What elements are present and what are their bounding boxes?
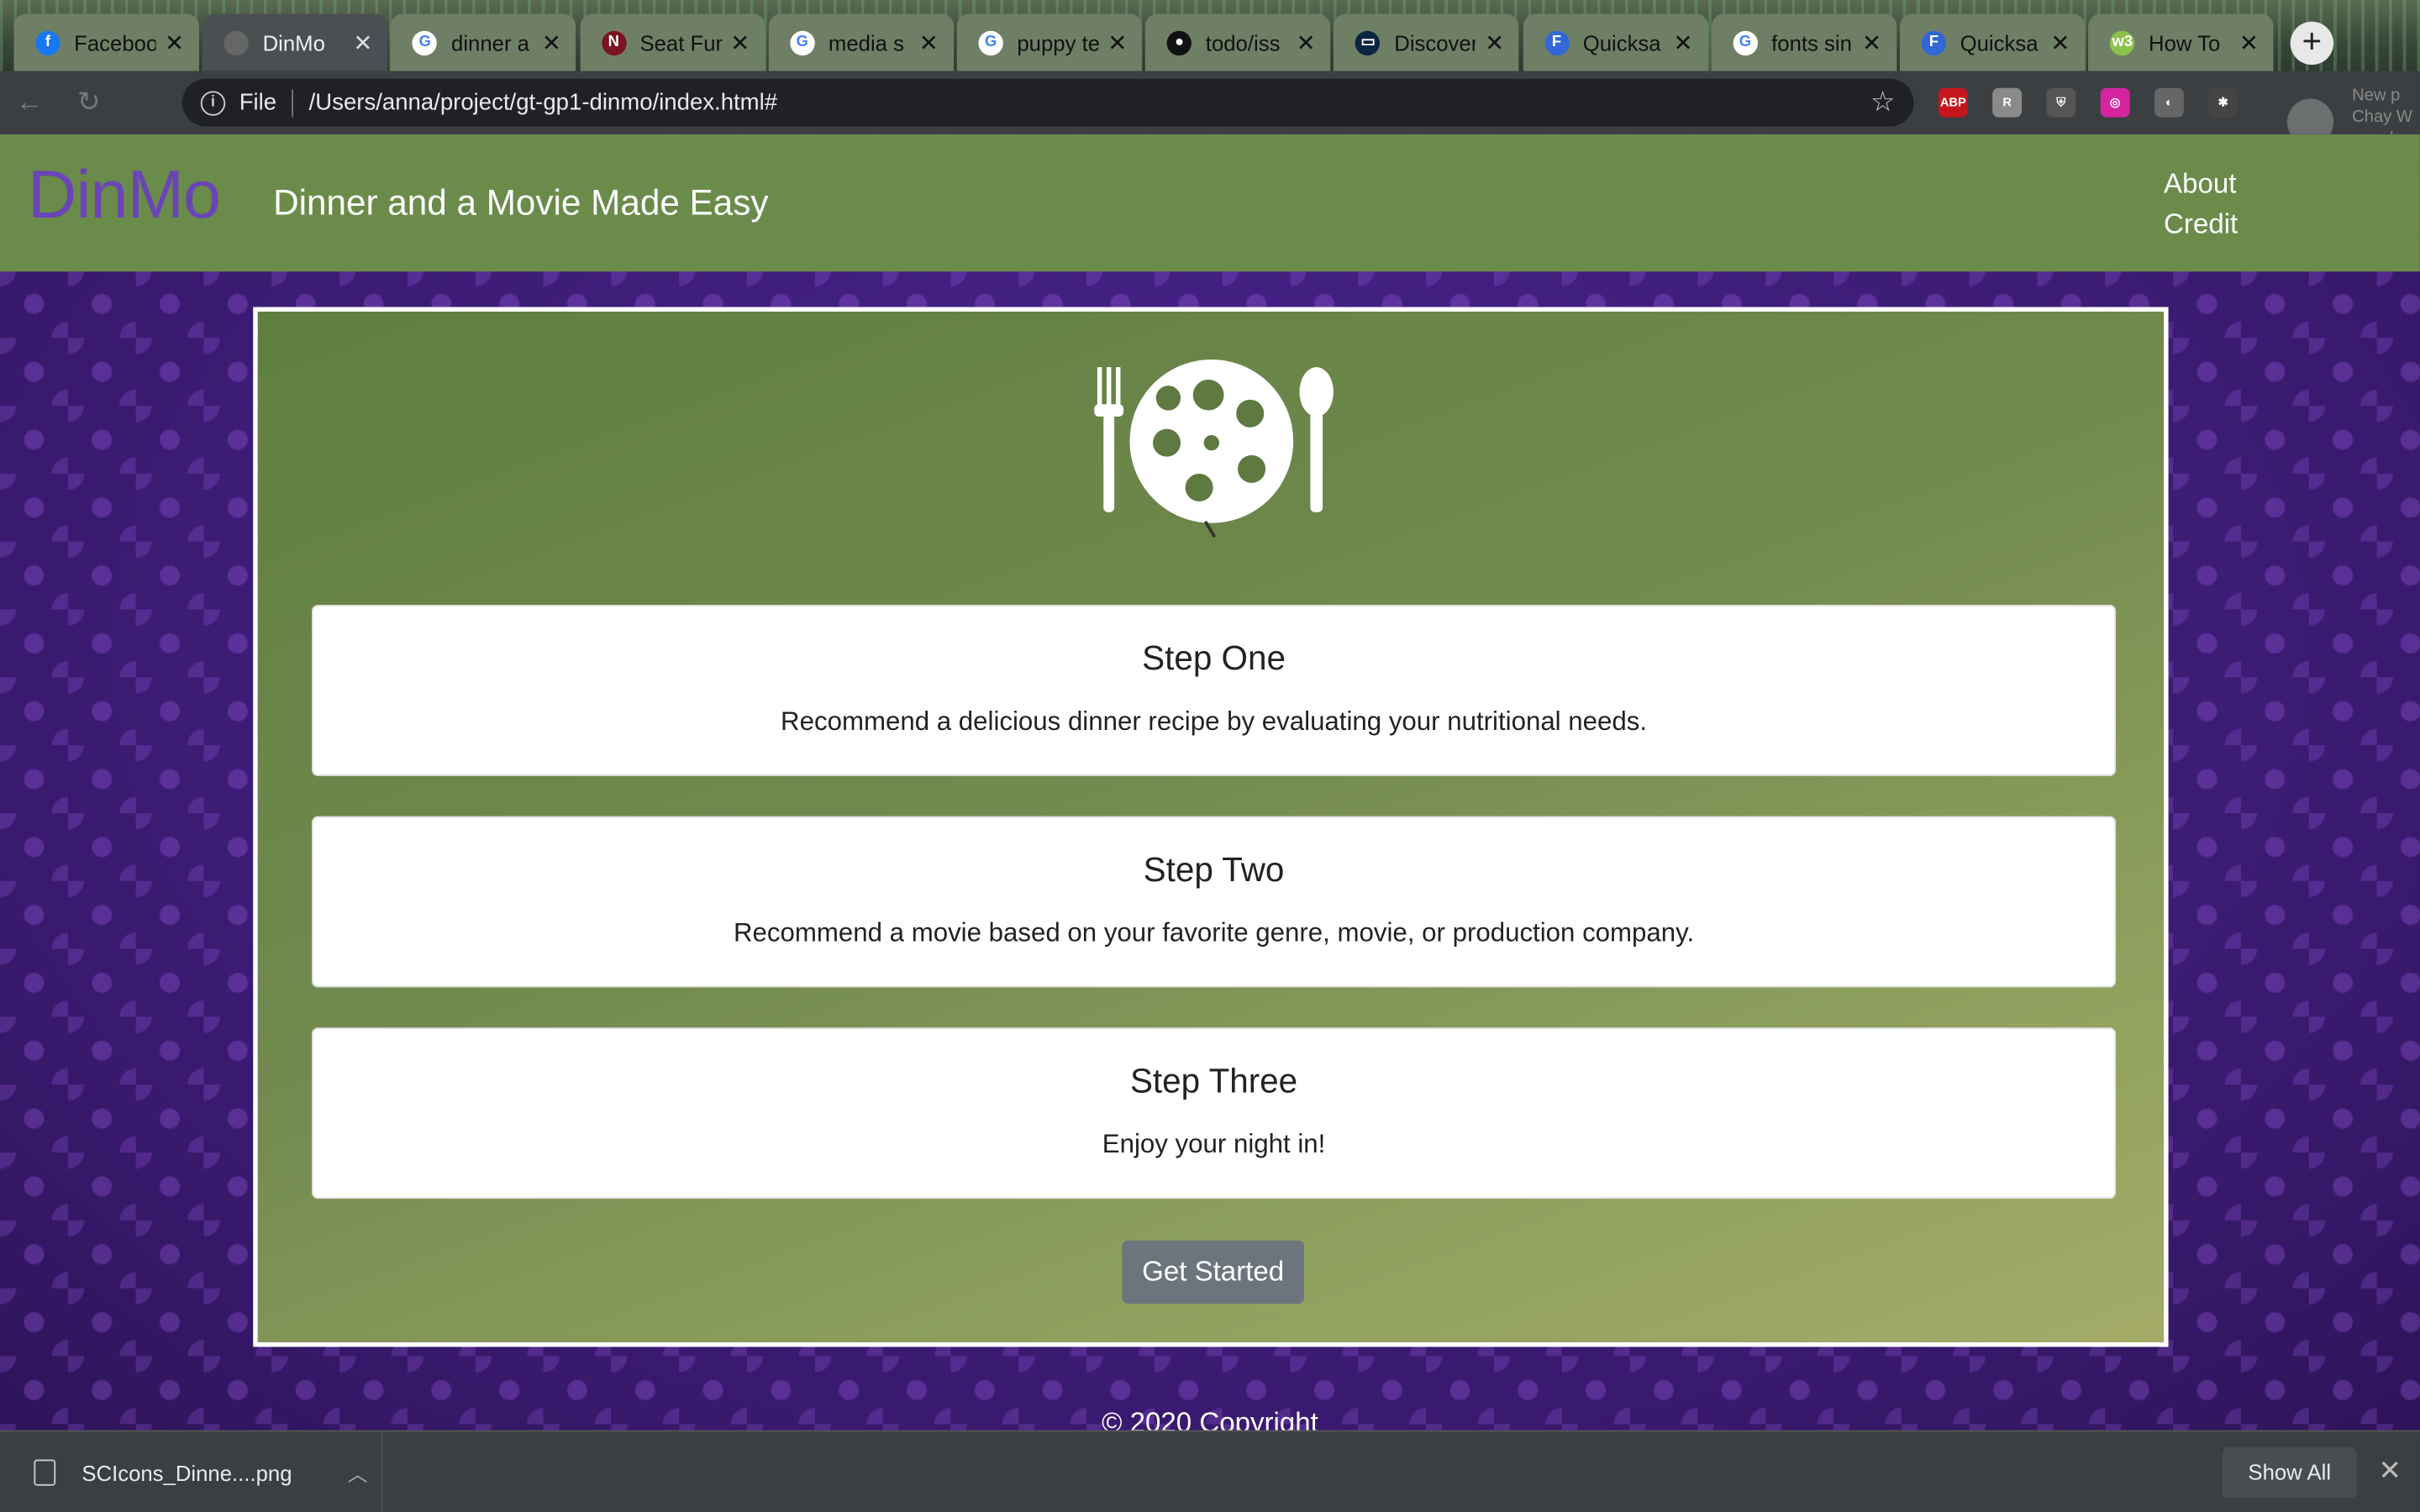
tab-title: media s bbox=[828, 29, 904, 55]
google-icon: G bbox=[413, 29, 438, 55]
main-panel: Step One Recommend a delicious dinner re… bbox=[253, 307, 2169, 1347]
tab-close-icon[interactable]: ✕ bbox=[917, 29, 941, 56]
tab-close-icon[interactable]: ✕ bbox=[162, 29, 187, 56]
browser-tab[interactable]: Gmedia s ✕ bbox=[768, 13, 954, 71]
browser-tab[interactable]: ▭ Discover ✕ bbox=[1334, 13, 1520, 71]
divider bbox=[292, 88, 294, 117]
browser-tab[interactable]: Gdinner a ✕ bbox=[391, 13, 576, 71]
tab-close-icon[interactable]: ✕ bbox=[1482, 29, 1507, 56]
google-icon: G bbox=[790, 29, 815, 55]
browser-tab[interactable]: F Quicksa ✕ bbox=[1899, 13, 2086, 71]
step-description: Recommend a movie based on your favorite… bbox=[733, 917, 1695, 948]
browser-tab[interactable]: Gfonts sin ✕ bbox=[1711, 13, 1897, 71]
shield-icon[interactable]: ⛨ bbox=[2046, 87, 2076, 118]
url-text[interactable]: /Users/anna/project/gt-gp1-dinmo/index.h… bbox=[309, 90, 1870, 116]
tab-title: Facebook bbox=[74, 29, 155, 55]
tab-close-icon[interactable]: ✕ bbox=[2237, 29, 2261, 56]
circle-ext-icon[interactable]: ◐ bbox=[2154, 87, 2184, 118]
step-description: Enjoy your night in! bbox=[1102, 1129, 1326, 1159]
bookmark-star-icon[interactable]: ☆ bbox=[1870, 87, 1896, 119]
tab-close-icon[interactable]: ✕ bbox=[1670, 29, 1695, 56]
discover-icon: ▭ bbox=[1355, 29, 1381, 55]
tab-close-icon[interactable]: ✕ bbox=[539, 29, 564, 56]
dinner-movie-logo-icon bbox=[1094, 359, 1334, 538]
step-description: Recommend a delicious dinner recipe by e… bbox=[781, 706, 1648, 737]
site-brand[interactable]: DinMo bbox=[28, 157, 221, 234]
close-shelf-icon[interactable]: ✕ bbox=[2378, 1455, 2402, 1488]
tab-strip: fFacebook✕DinMo✕Gdinner a✕NSeat Fun✕Gmed… bbox=[0, 0, 2420, 71]
google-icon: G bbox=[1733, 29, 1758, 55]
browser-tab[interactable]: w3 How To ✕ bbox=[2088, 13, 2274, 71]
browser-tab[interactable]: ● todo/iss ✕ bbox=[1145, 13, 1331, 71]
google-icon: G bbox=[978, 29, 1003, 55]
tab-title: puppy te bbox=[1017, 29, 1099, 55]
browser-tab[interactable]: Gpuppy te ✕ bbox=[956, 13, 1143, 71]
url-scheme: File bbox=[239, 89, 277, 116]
browser-tab[interactable]: f Facebook ✕ bbox=[13, 13, 199, 71]
step-title: Step Three bbox=[1129, 1061, 1298, 1100]
page-viewport: DinMo Dinner and a Movie Made Easy About… bbox=[0, 134, 2420, 1431]
tab-title: How To bbox=[2149, 29, 2221, 55]
tab-title: todo/iss bbox=[1205, 29, 1281, 55]
info-icon[interactable]: i bbox=[200, 90, 226, 115]
seatfun-icon: N bbox=[601, 29, 626, 55]
step-title: Step Two bbox=[1143, 850, 1285, 889]
tab-close-icon[interactable]: ✕ bbox=[1293, 29, 1318, 56]
site-footer: © 2020 Copyright bbox=[1102, 1407, 1318, 1431]
site-navbar: DinMo Dinner and a Movie Made Easy About… bbox=[0, 134, 2420, 272]
chevron-up-icon[interactable]: ︿ bbox=[348, 1458, 368, 1488]
tab-title: DinMo bbox=[262, 29, 325, 55]
instagram-icon[interactable]: ◎ bbox=[2100, 87, 2130, 118]
back-icon[interactable]: ← bbox=[15, 87, 76, 118]
adblock-icon[interactable]: ABP bbox=[1938, 87, 1968, 118]
file-icon bbox=[34, 1459, 56, 1486]
step-card: Step Three Enjoy your night in! bbox=[312, 1027, 2117, 1200]
github-icon: ● bbox=[1166, 29, 1192, 55]
reload-icon[interactable]: ↻ bbox=[77, 87, 134, 118]
get-started-button[interactable]: Get Started bbox=[1122, 1240, 1305, 1305]
browser-tab[interactable]: N Seat Fun ✕ bbox=[579, 13, 765, 71]
notification-line: Chay W bbox=[2352, 108, 2412, 127]
nav-links: About Credit bbox=[2164, 164, 2238, 244]
nav-buttons[interactable]: ←↻ bbox=[15, 87, 134, 119]
step-card: Step One Recommend a delicious dinner re… bbox=[312, 604, 2117, 776]
notification-line: New p bbox=[2352, 86, 2401, 105]
tab-title: fonts sin bbox=[1771, 29, 1852, 55]
tab-title: dinner a bbox=[451, 29, 529, 55]
nav-link-credit[interactable]: Credit bbox=[2164, 203, 2238, 244]
browser-tab[interactable]: DinMo ✕ bbox=[202, 13, 388, 71]
show-all-button[interactable]: Show All bbox=[2222, 1446, 2357, 1499]
tab-close-icon[interactable]: ✕ bbox=[1860, 29, 1884, 56]
download-filename: SCIcons_Dinne....png bbox=[82, 1460, 292, 1485]
tab-title: Quicksa bbox=[1582, 29, 1661, 55]
font-f-icon: F bbox=[1544, 29, 1570, 55]
nav-link-about[interactable]: About bbox=[2164, 164, 2238, 204]
font-f-icon: F bbox=[1921, 29, 1947, 55]
tab-close-icon[interactable]: ✕ bbox=[2048, 29, 2072, 56]
howto-icon: w3 bbox=[2110, 29, 2135, 55]
step-title: Step One bbox=[1142, 638, 1286, 678]
address-bar[interactable]: i File /Users/anna/project/gt-gp1-dinmo/… bbox=[182, 78, 1914, 127]
facebook-icon: f bbox=[35, 29, 60, 55]
download-shelf: SCIcons_Dinne....png ︿ Show All ✕ bbox=[0, 1430, 2420, 1512]
site-tagline: Dinner and a Movie Made Easy bbox=[273, 181, 769, 223]
step-card: Step Two Recommend a movie based on your… bbox=[312, 816, 2117, 988]
tab-title: Quicksa bbox=[1960, 29, 2039, 55]
globe-icon bbox=[224, 29, 250, 55]
browser-toolbar: ←↻ i File /Users/anna/project/gt-gp1-din… bbox=[0, 71, 2420, 134]
tab-close-icon[interactable]: ✕ bbox=[350, 29, 375, 56]
new-tab-button[interactable]: + bbox=[2290, 21, 2334, 66]
browser-tab[interactable]: F Quicksa ✕ bbox=[1523, 13, 1708, 71]
tab-title: Discover bbox=[1394, 29, 1476, 55]
download-item[interactable]: SCIcons_Dinne....png ︿ bbox=[0, 1431, 383, 1512]
tab-close-icon[interactable]: ✕ bbox=[1105, 29, 1129, 56]
puzzle-icon[interactable]: ✱ bbox=[2208, 87, 2238, 118]
reader-icon[interactable]: R bbox=[1992, 87, 2023, 118]
tab-title: Seat Fun bbox=[639, 29, 722, 55]
tab-close-icon[interactable]: ✕ bbox=[728, 29, 752, 56]
